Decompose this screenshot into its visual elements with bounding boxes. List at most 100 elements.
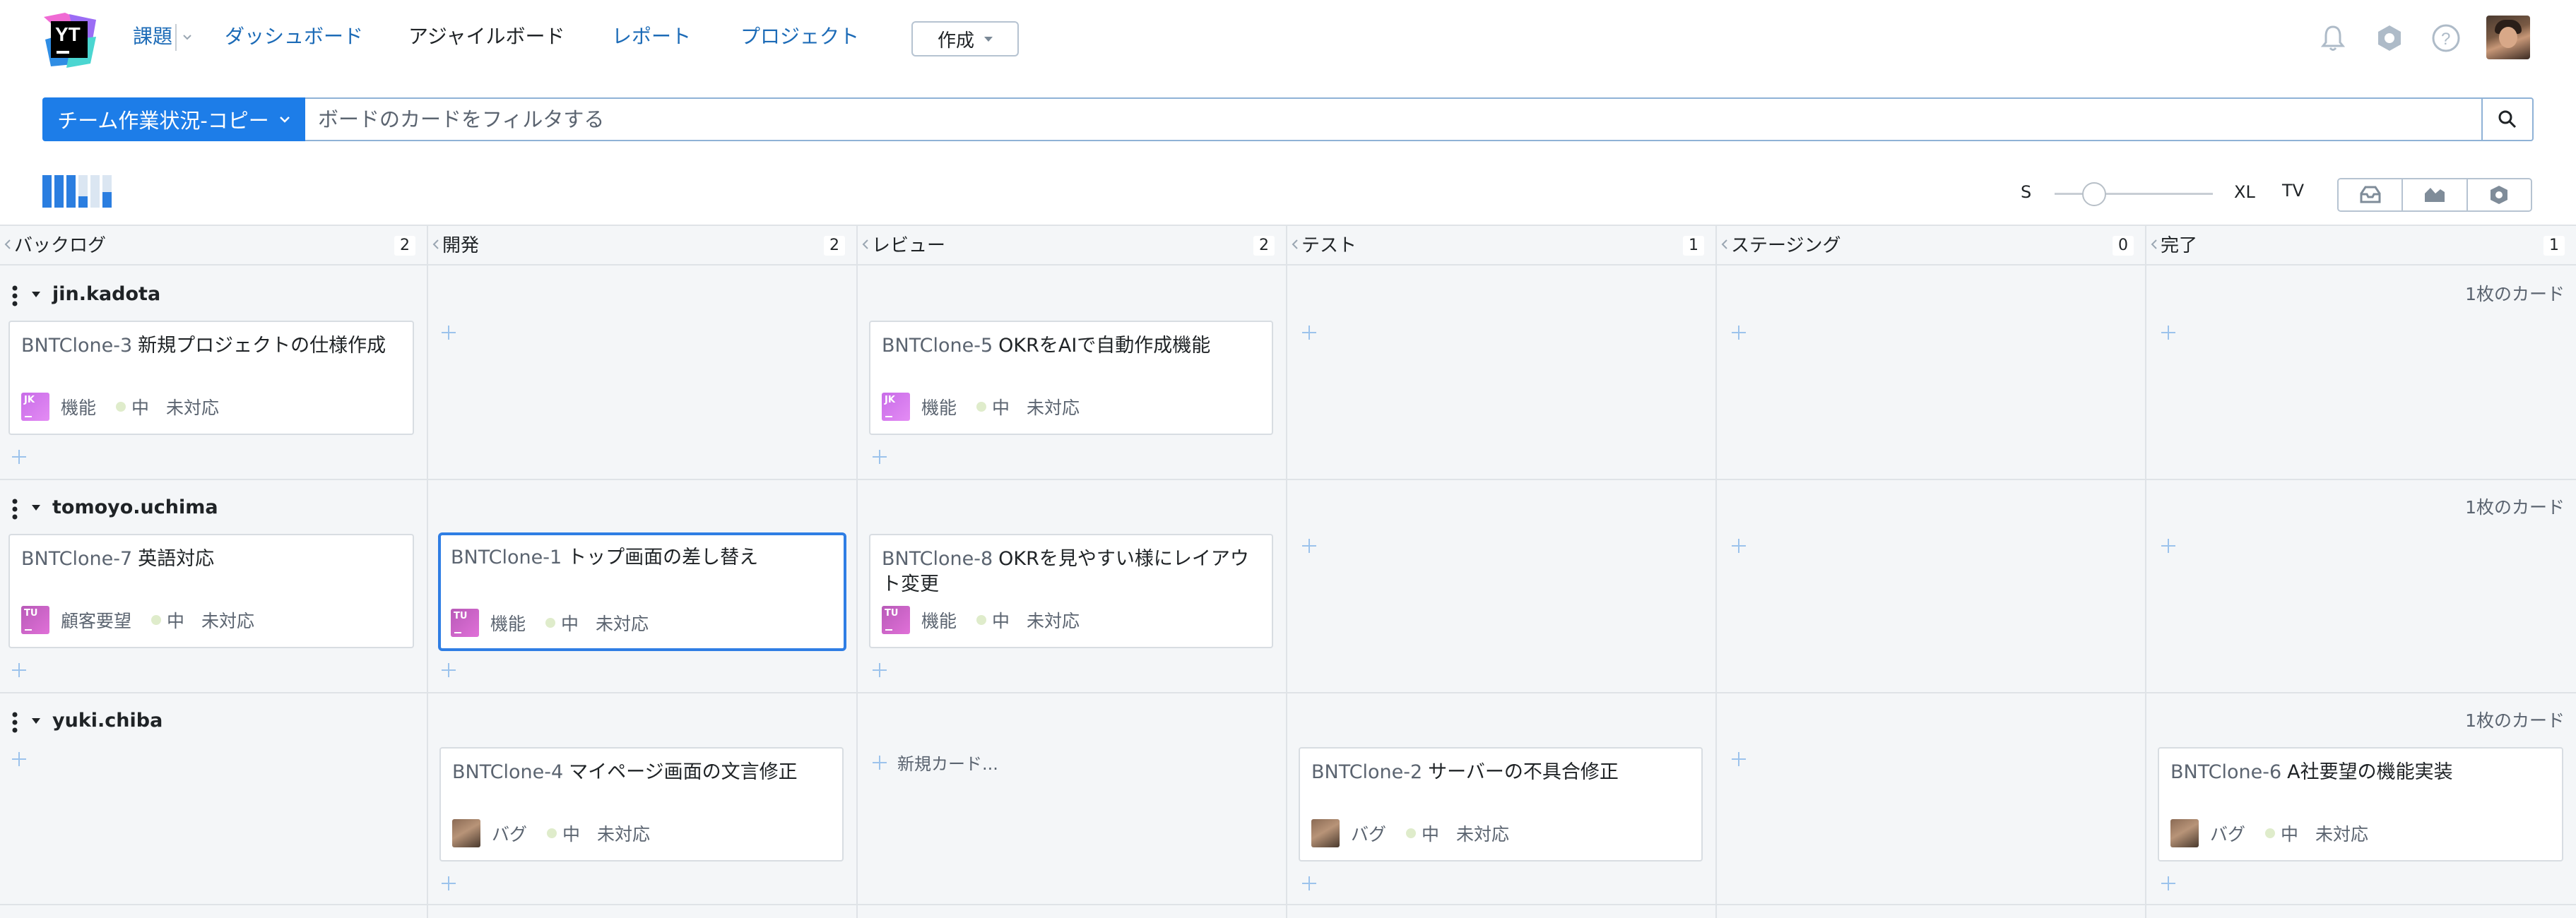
add-card-plus-icon[interactable] xyxy=(439,874,458,893)
assignee-avatar[interactable]: JK xyxy=(21,393,49,421)
chevron-left-icon[interactable] xyxy=(1721,239,1728,250)
assignee-avatar[interactable]: JK xyxy=(882,393,910,421)
card-state[interactable]: 未対応 xyxy=(1456,821,1509,846)
board-settings-button[interactable] xyxy=(2467,179,2531,210)
add-card-plus-icon[interactable] xyxy=(439,323,458,342)
more-options-icon[interactable] xyxy=(11,499,18,520)
add-card-plus-icon[interactable] xyxy=(1730,323,1748,342)
card-state[interactable]: 未対応 xyxy=(597,821,650,846)
collapse-caret-icon[interactable] xyxy=(31,291,41,298)
card-state[interactable]: 未対応 xyxy=(596,610,649,636)
column-header-backlog[interactable]: バックログ 2 xyxy=(0,226,428,266)
chevron-left-icon[interactable] xyxy=(432,239,439,250)
card-id[interactable]: BNTClone-4 xyxy=(452,761,563,783)
card-state[interactable]: 未対応 xyxy=(1027,394,1080,419)
card-type[interactable]: 機能 xyxy=(61,394,96,419)
card-priority[interactable]: 中 xyxy=(167,607,184,633)
collapse-caret-icon[interactable] xyxy=(31,504,41,511)
card-priority[interactable]: 中 xyxy=(2281,821,2298,846)
nav-reports[interactable]: レポート xyxy=(612,24,691,49)
card-type[interactable]: 機能 xyxy=(490,610,526,636)
column-header-done[interactable]: 完了 1 xyxy=(2146,226,2576,266)
nav-issues[interactable]: 課題 xyxy=(133,24,172,49)
card-id[interactable]: BNTClone-5 xyxy=(882,335,993,357)
help-icon[interactable]: ? xyxy=(2429,21,2463,55)
card-id[interactable]: BNTClone-6 xyxy=(2170,761,2281,783)
issue-card[interactable]: BNTClone-3 新規プロジェクトの仕様作成 JK 機能 中 未対応 xyxy=(8,321,414,435)
chart-button[interactable] xyxy=(2403,179,2468,210)
add-card-plus-icon[interactable] xyxy=(1300,323,1318,342)
issue-card[interactable]: BNTClone-8 OKRを見やすい様にレイアウト変更 TU 機能 中 未対応 xyxy=(869,534,1273,648)
issue-card[interactable]: BNTClone-4 マイページ画面の文言修正 バグ 中 未対応 xyxy=(439,747,844,862)
issue-card[interactable]: BNTClone-2 サーバーの不具合修正 バグ 中 未対応 xyxy=(1299,747,1703,862)
add-card-plus-icon[interactable] xyxy=(10,661,28,679)
add-card-plus-icon[interactable] xyxy=(1730,537,1748,555)
chevron-left-icon[interactable] xyxy=(1292,239,1299,250)
add-card-plus-icon[interactable] xyxy=(2159,874,2178,893)
card-type[interactable]: バグ xyxy=(2210,821,2245,846)
add-card-plus-icon[interactable] xyxy=(1730,750,1748,768)
card-id[interactable]: BNTClone-3 xyxy=(21,335,132,357)
user-avatar[interactable] xyxy=(2486,16,2530,59)
add-card-plus-icon[interactable] xyxy=(870,661,889,679)
issue-card[interactable]: BNTClone-6 A社要望の機能実装 バグ 中 未対応 xyxy=(2158,747,2563,862)
card-priority[interactable]: 中 xyxy=(1422,821,1439,846)
assignee-avatar[interactable] xyxy=(2170,819,2199,847)
assignee-avatar[interactable] xyxy=(452,819,480,847)
card-priority[interactable]: 中 xyxy=(992,394,1010,419)
card-id[interactable]: BNTClone-7 xyxy=(21,548,132,570)
settings-icon[interactable] xyxy=(2373,21,2406,55)
saved-query-button[interactable]: チーム作業状況-コピー xyxy=(42,97,305,141)
search-button[interactable] xyxy=(2481,97,2534,141)
add-card-plus-icon[interactable] xyxy=(2159,323,2178,342)
add-card-plus-icon[interactable] xyxy=(1300,537,1318,555)
add-card-plus-icon[interactable] xyxy=(2159,537,2178,555)
youtrack-logo[interactable]: YT xyxy=(41,11,99,69)
assignee-avatar[interactable]: TU xyxy=(451,609,479,637)
chevron-left-icon[interactable] xyxy=(2151,239,2158,250)
bell-icon[interactable] xyxy=(2316,21,2350,55)
create-button[interactable]: 作成 xyxy=(911,21,1019,56)
nav-projects[interactable]: プロジェクト xyxy=(740,24,859,49)
assignee-avatar[interactable] xyxy=(1311,819,1340,847)
new-card-button[interactable]: 新規カード... xyxy=(870,750,998,775)
card-size-slider-handle[interactable] xyxy=(2082,182,2106,206)
column-header-test[interactable]: テスト 1 xyxy=(1287,226,1717,266)
tv-mode-button[interactable]: TV xyxy=(2282,181,2304,201)
assignee-avatar[interactable]: TU xyxy=(21,606,49,634)
card-state[interactable]: 未対応 xyxy=(2315,821,2368,846)
chevron-left-icon[interactable] xyxy=(4,239,11,250)
sprint-overview-icon[interactable] xyxy=(42,175,126,208)
column-header-dev[interactable]: 開発 2 xyxy=(428,226,858,266)
card-type[interactable]: 機能 xyxy=(921,394,957,419)
add-card-plus-icon[interactable] xyxy=(439,661,458,679)
add-card-plus-icon[interactable] xyxy=(10,750,28,768)
nav-agile-boards[interactable]: アジャイルボード xyxy=(408,24,565,49)
card-priority[interactable]: 中 xyxy=(562,821,580,846)
card-id[interactable]: BNTClone-1 xyxy=(451,547,562,568)
backlog-button[interactable] xyxy=(2339,179,2404,210)
card-type[interactable]: 機能 xyxy=(921,607,957,633)
issue-card[interactable]: BNTClone-7 英語対応 TU 顧客要望 中 未対応 xyxy=(8,534,414,648)
card-priority[interactable]: 中 xyxy=(561,610,579,636)
nav-dashboards[interactable]: ダッシュボード xyxy=(225,24,363,49)
assignee-avatar[interactable]: TU xyxy=(882,606,910,634)
add-card-plus-icon[interactable] xyxy=(10,448,28,466)
more-options-icon[interactable] xyxy=(11,712,18,733)
card-filter-input[interactable] xyxy=(305,97,2483,141)
card-type[interactable]: 顧客要望 xyxy=(61,607,131,633)
add-card-plus-icon[interactable] xyxy=(870,448,889,466)
card-state[interactable]: 未対応 xyxy=(1027,607,1080,633)
card-size-slider[interactable] xyxy=(2055,193,2213,195)
card-type[interactable]: バグ xyxy=(492,821,527,846)
column-header-review[interactable]: レビュー 2 xyxy=(858,226,1287,266)
card-state[interactable]: 未対応 xyxy=(166,394,219,419)
more-options-icon[interactable] xyxy=(11,285,18,306)
chevron-left-icon[interactable] xyxy=(862,239,869,250)
card-id[interactable]: BNTClone-8 xyxy=(882,548,993,570)
card-id[interactable]: BNTClone-2 xyxy=(1311,761,1422,783)
card-state[interactable]: 未対応 xyxy=(201,607,254,633)
collapse-caret-icon[interactable] xyxy=(31,717,41,725)
card-type[interactable]: バグ xyxy=(1351,821,1386,846)
issue-card[interactable]: BNTClone-5 OKRをAIで自動作成機能 JK 機能 中 未対応 xyxy=(869,321,1273,435)
